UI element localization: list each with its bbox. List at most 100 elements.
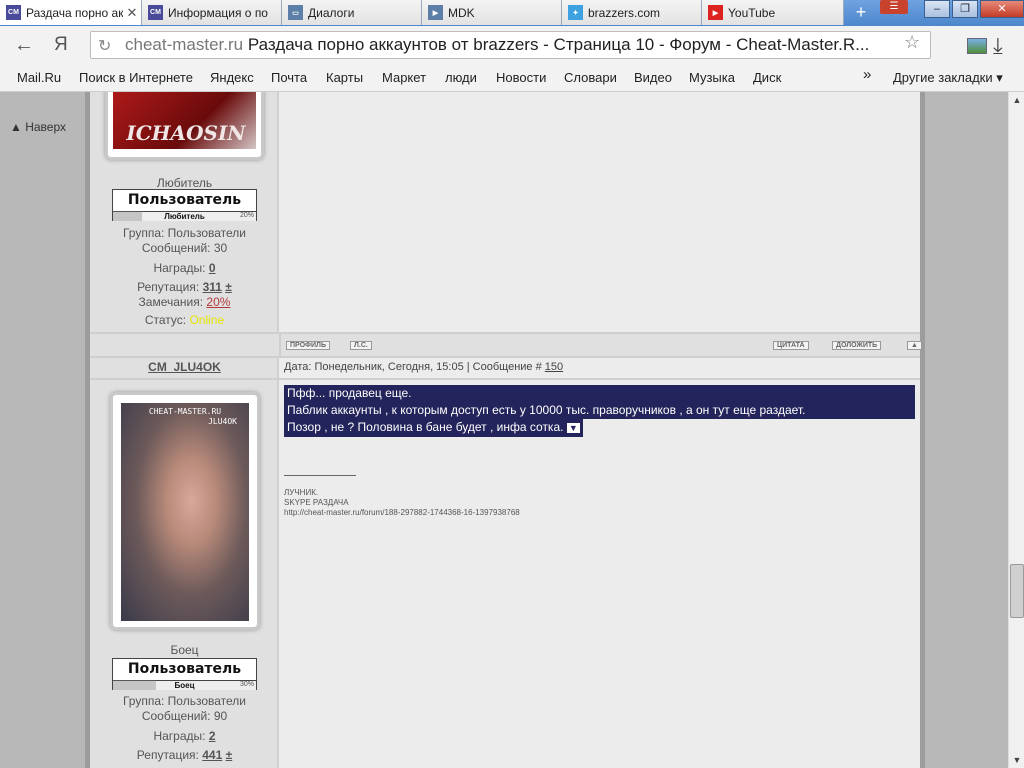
signature-link[interactable]: http://cheat-master.ru/forum/188-297882-…: [284, 508, 917, 518]
rep-label: Репутация:: [136, 748, 203, 762]
bookmark-mailru[interactable]: Mail.Ru: [17, 70, 61, 85]
tab-label: Раздача порно акк: [26, 5, 123, 20]
bookmark-novosti[interactable]: Новости: [496, 70, 546, 85]
tab-youtube[interactable]: ▶ YouTube: [702, 0, 844, 25]
bookmark-disk[interactable]: Диск: [753, 70, 781, 85]
cm-favicon-icon: CM: [148, 5, 163, 20]
message-line: Паблик аккаунты , к которым доступ есть …: [284, 402, 915, 419]
post1-actions: ПРОФИЛЬ Л.С. ЦИТАТА ДОЛОЖИТЬ ▲: [90, 334, 922, 356]
bookmark-pochta[interactable]: Почта: [271, 70, 307, 85]
tab-strip: CM Раздача порно акк ✕ CM Информация о п…: [0, 0, 1024, 26]
awards-value[interactable]: 0: [209, 261, 216, 275]
rank-progress-fill: [113, 211, 142, 221]
tab-label: Диалоги: [308, 5, 355, 20]
post1-group: Группа: Пользователи: [122, 226, 247, 240]
vertical-scrollbar[interactable]: ▲ ▼: [1008, 92, 1024, 768]
dropdown-arrow-icon[interactable]: ▼: [566, 423, 580, 433]
quote-button[interactable]: ЦИТАТА: [773, 341, 809, 350]
rep-plusminus[interactable]: ±: [226, 748, 233, 762]
dialog-icon: ▭: [288, 5, 303, 20]
post1-rank-badge: Пользователь Любитель 20%: [112, 189, 257, 221]
page-viewport: ▲ Наверх ICHAOSIN Любитель Пользователь …: [0, 92, 1008, 768]
image-icon[interactable]: [967, 38, 987, 54]
bookmark-yandex[interactable]: Яндекс: [210, 70, 254, 85]
scroll-down-arrow-icon[interactable]: ▼: [1009, 752, 1024, 768]
message-line: Пфф... продавец еще.: [284, 385, 915, 402]
post2-username[interactable]: CM_JLU4OK: [90, 360, 279, 375]
post2-message: Пфф... продавец еще. Паблик аккаунты , к…: [284, 385, 917, 518]
post2-author-cell: CM_JLU4OK: [90, 358, 279, 378]
other-bookmarks-button[interactable]: Другие закладки ▾: [893, 70, 1003, 86]
reload-icon[interactable]: ↻: [98, 36, 111, 56]
rep-plusminus[interactable]: ±: [225, 280, 232, 294]
address-host: cheat-master.ru: [125, 35, 244, 54]
post2-meta: Дата: Понедельник, Сегодня, 15:05 | Сооб…: [281, 358, 920, 378]
bookmark-star-icon[interactable]: ☆: [904, 32, 920, 53]
bookmark-lyudi[interactable]: люди: [445, 70, 477, 85]
bookmark-search[interactable]: Поиск в Интернете: [79, 70, 193, 85]
address-bar[interactable]: cheat-master.ru Раздача порно аккаунтов …: [90, 31, 931, 59]
tab-mdk[interactable]: ▶ MDK: [422, 0, 562, 25]
profile-button[interactable]: ПРОФИЛЬ: [286, 341, 331, 350]
pm-button[interactable]: Л.С.: [350, 341, 372, 350]
youtube-icon: ▶: [708, 5, 723, 20]
browser-menu-button[interactable]: ☰: [880, 0, 908, 14]
post1-avatar[interactable]: ICHAOSIN: [105, 92, 264, 160]
post-number-link[interactable]: 150: [545, 361, 563, 373]
close-icon[interactable]: ✕: [123, 5, 141, 21]
post1-body: [281, 92, 920, 332]
yandex-logo[interactable]: Я: [54, 34, 68, 56]
back-arrow-icon[interactable]: ←: [14, 34, 34, 57]
scroll-up-arrow-icon[interactable]: ▲: [1009, 92, 1024, 108]
scroll-top-button[interactable]: ▲: [907, 341, 922, 350]
maximize-button[interactable]: ❐: [952, 0, 978, 18]
download-icon[interactable]: ⤓: [993, 33, 1003, 59]
post2-userinfo: CHEAT-MASTER.RU JLU4OK Боец Пользователь…: [90, 380, 279, 768]
bookmark-video[interactable]: Видео: [634, 70, 672, 85]
post2-body: Пфф... продавец еще. Паблик аккаунты , к…: [281, 380, 920, 768]
signature-line: ЛУЧНИК.: [284, 488, 319, 497]
bookmark-slovari[interactable]: Словари: [564, 70, 617, 85]
post1-messages: Сообщений: 30: [141, 241, 228, 255]
window-controls: – ❐ ✕: [922, 0, 1024, 20]
report-button[interactable]: ДОЛОЖИТЬ: [832, 341, 882, 350]
new-tab-button[interactable]: +: [848, 2, 874, 24]
minimize-button[interactable]: –: [924, 0, 950, 18]
post2-messages: Сообщений: 90: [141, 709, 228, 723]
rep-value[interactable]: 441: [202, 748, 222, 762]
awards-label: Награды:: [153, 729, 209, 743]
bookmarks-overflow-button[interactable]: »: [863, 66, 871, 83]
play-icon: ▶: [428, 5, 443, 20]
rep-value[interactable]: 311: [203, 280, 222, 294]
awards-value[interactable]: 2: [209, 729, 216, 743]
warn-value[interactable]: 20%: [206, 295, 230, 309]
rank-percent: 30%: [239, 681, 254, 688]
rep-label: Репутация:: [137, 280, 203, 294]
bookmark-muzyka[interactable]: Музыка: [689, 70, 735, 85]
tab-brazzers[interactable]: ✦ brazzers.com: [562, 0, 702, 25]
post1-warnings: Замечания: 20%: [90, 295, 279, 310]
tab-label: MDK: [448, 5, 475, 20]
tab-informaciya[interactable]: CM Информация о по: [142, 0, 282, 25]
tab-raздача[interactable]: CM Раздача порно акк ✕: [0, 0, 142, 25]
post2-reputation: Репутация: 441 ±: [90, 748, 279, 763]
bookmark-market[interactable]: Маркет: [382, 70, 426, 85]
post1-awards: Награды: 0: [90, 261, 279, 276]
post1-userinfo: ICHAOSIN Любитель Пользователь Любитель …: [90, 92, 279, 332]
post1-reputation: Репутация: 311 ±: [90, 280, 279, 295]
scrollbar-thumb[interactable]: [1010, 564, 1024, 618]
rank-badge-text: Пользователь: [127, 661, 242, 677]
avatar-text: CHEAT-MASTER.RU: [148, 407, 222, 416]
avatar-image: [121, 403, 249, 621]
signature: ЛУЧНИК. SKYPE РАЗДАЧА http://cheat-maste…: [284, 488, 917, 518]
post2-rank-badge: Пользователь Боец 30%: [112, 658, 257, 690]
close-window-button[interactable]: ✕: [980, 0, 1024, 18]
rank-progress-fill: [113, 680, 156, 690]
bookmark-karty[interactable]: Карты: [326, 70, 363, 85]
post1-status: Статус: Online: [90, 313, 279, 328]
address-title: Раздача порно аккаунтов от brazzers - Ст…: [247, 35, 870, 54]
signature-divider: [284, 475, 356, 476]
post2-avatar[interactable]: CHEAT-MASTER.RU JLU4OK: [110, 392, 260, 630]
back-to-top-link[interactable]: ▲ Наверх: [10, 120, 66, 134]
tab-dialogi[interactable]: ▭ Диалоги: [282, 0, 422, 25]
